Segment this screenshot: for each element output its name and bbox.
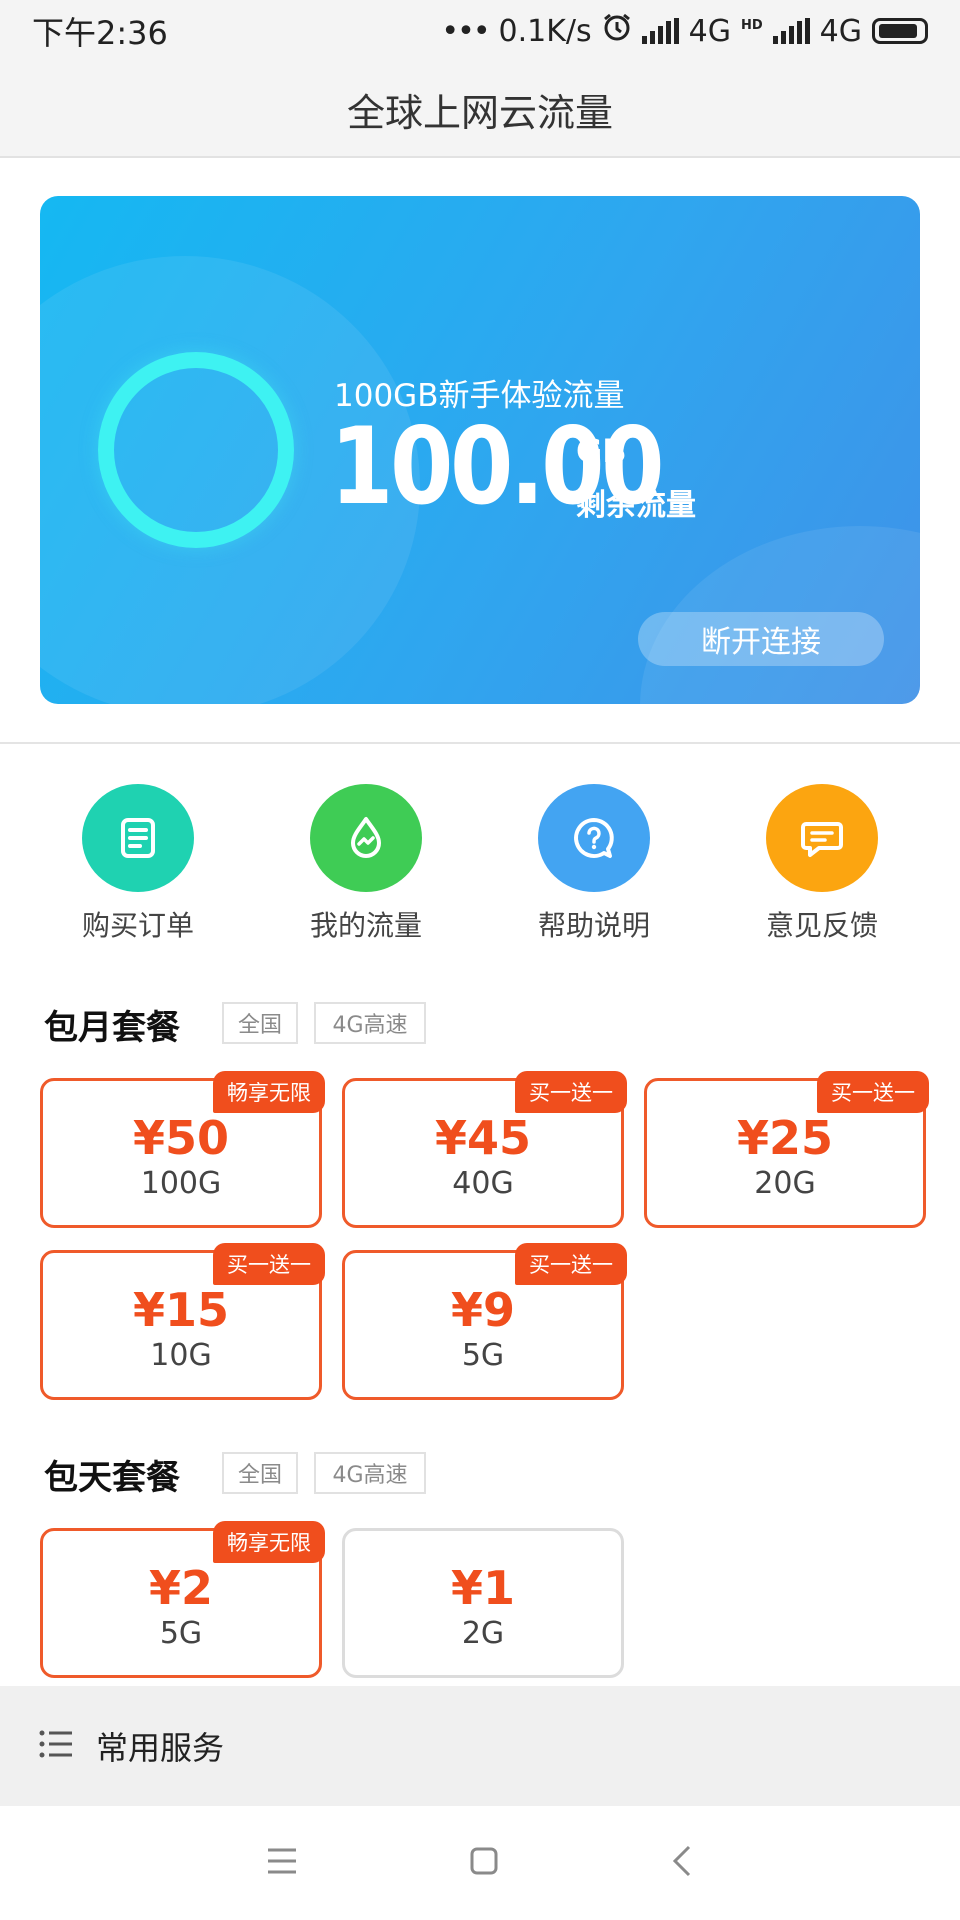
plan-size: 5G <box>461 1337 505 1373</box>
plan-badge: 买一送一 <box>817 1071 929 1113</box>
signal-icon-2 <box>772 18 810 44</box>
app-header: 全球上网云流量 <box>0 62 960 158</box>
plan-price: ¥1 <box>450 1560 515 1615</box>
status-bar: 下午2:36 ••• 0.1K/s 4G HD 4G <box>0 0 960 62</box>
plan-card[interactable]: 畅享无限 ¥50 100G <box>40 1071 325 1228</box>
disconnect-button[interactable]: 断开连接 <box>638 612 884 666</box>
plan-size: 20G <box>754 1165 816 1201</box>
alarm-icon <box>602 12 632 50</box>
status-time: 下午2:36 <box>32 14 168 52</box>
quick-actions: 购买订单 我的流量 帮助说明 意见反馈 <box>0 784 960 944</box>
plan-price: ¥45 <box>434 1110 532 1165</box>
plan-size: 100G <box>140 1165 222 1201</box>
common-services-bar[interactable]: 常用服务 <box>0 1686 960 1806</box>
plan-size: 10G <box>150 1337 212 1373</box>
page-title: 全球上网云流量 <box>346 90 613 135</box>
plan-size: 2G <box>461 1615 505 1651</box>
menu-icon[interactable] <box>266 1846 298 1880</box>
hd-badge: HD <box>740 18 763 33</box>
traffic-ring-icon <box>98 352 294 548</box>
water-drop-icon <box>310 784 422 892</box>
plan-card[interactable]: 买一送一 ¥9 5G <box>342 1243 627 1400</box>
plan-size: 5G <box>159 1615 203 1651</box>
signal-icon <box>641 18 679 44</box>
remaining-label: 剩余流量 <box>576 488 696 523</box>
plan-size: 40G <box>452 1165 514 1201</box>
monthly-plans-title: 包月套餐 <box>44 1008 180 1048</box>
tag-nationwide: 全国 <box>222 1002 298 1044</box>
action-purchase-orders[interactable]: 购买订单 <box>48 784 228 944</box>
chat-feedback-icon <box>766 784 878 892</box>
action-label: 购买订单 <box>81 909 194 942</box>
network-type-1: 4G <box>688 13 731 49</box>
plan-badge: 畅享无限 <box>213 1521 325 1563</box>
system-nav-bar <box>0 1806 960 1920</box>
app-root: 下午2:36 ••• 0.1K/s 4G HD 4G 全球上网云流量 100GB… <box>0 0 960 1920</box>
action-help[interactable]: 帮助说明 <box>504 784 684 944</box>
plan-price: ¥9 <box>450 1282 515 1337</box>
tag-4g-speed: 4G高速 <box>314 1452 426 1494</box>
home-icon[interactable] <box>469 1846 499 1880</box>
tag-4g-speed: 4G高速 <box>314 1002 426 1044</box>
plan-card[interactable]: 买一送一 ¥15 10G <box>40 1243 325 1400</box>
remaining-unit: GB <box>576 432 627 470</box>
status-indicators: ••• 0.1K/s 4G HD 4G <box>441 12 928 50</box>
plan-price: ¥2 <box>148 1560 213 1615</box>
plan-card[interactable]: 畅享无限 ¥2 5G <box>40 1521 325 1678</box>
net-speed: 0.1K/s <box>498 13 592 49</box>
daily-plans-title: 包天套餐 <box>44 1458 180 1498</box>
divider <box>0 742 960 744</box>
help-question-icon <box>538 784 650 892</box>
plan-badge: 畅享无限 <box>213 1071 325 1113</box>
plan-badge: 买一送一 <box>515 1243 627 1285</box>
action-label: 意见反馈 <box>765 909 878 942</box>
traffic-card: 100GB新手体验流量 100.00 GB 剩余流量 断开连接 <box>40 196 920 704</box>
battery-icon <box>872 18 928 44</box>
list-menu-icon <box>38 1726 74 1766</box>
plan-price: ¥15 <box>132 1282 230 1337</box>
more-dots-icon: ••• <box>441 13 490 49</box>
plan-badge: 买一送一 <box>515 1071 627 1113</box>
tag-nationwide: 全国 <box>222 1452 298 1494</box>
plan-badge: 买一送一 <box>213 1243 325 1285</box>
plan-card[interactable]: 买一送一 ¥25 20G <box>644 1071 929 1228</box>
document-icon <box>82 784 194 892</box>
action-label: 帮助说明 <box>537 909 650 942</box>
plan-price: ¥50 <box>132 1110 230 1165</box>
plan-price: ¥25 <box>736 1110 834 1165</box>
network-type-2: 4G <box>819 13 862 49</box>
action-feedback[interactable]: 意见反馈 <box>732 784 912 944</box>
plan-card[interactable]: 买一送一 ¥45 40G <box>342 1071 627 1228</box>
action-my-traffic[interactable]: 我的流量 <box>276 784 456 944</box>
common-services-label: 常用服务 <box>96 1729 225 1767</box>
back-icon[interactable] <box>670 1844 694 1882</box>
plan-card[interactable]: ¥1 2G <box>342 1528 624 1678</box>
action-label: 我的流量 <box>309 909 422 942</box>
